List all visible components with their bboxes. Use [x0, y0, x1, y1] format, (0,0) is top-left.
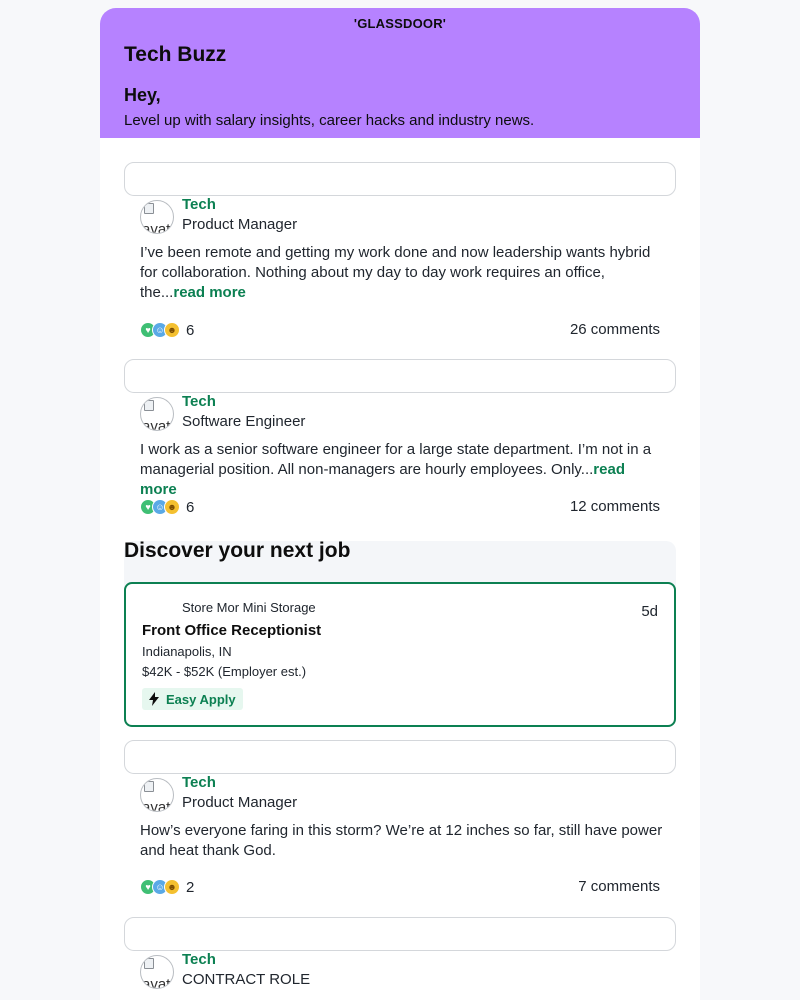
post-community[interactable]: Tech	[182, 196, 216, 213]
lightning-bolt-icon	[149, 692, 159, 706]
post-author-role: CONTRACT ROLE	[182, 971, 311, 988]
read-more-link[interactable]: read more	[173, 284, 246, 301]
job-title[interactable]: Front Office Receptionist	[142, 622, 321, 639]
haha-reaction-icon: ☻	[164, 322, 180, 338]
post-body-text: I work as a senior software engineer for…	[140, 441, 652, 478]
easy-apply-badge[interactable]: Easy Apply	[142, 688, 243, 710]
haha-reaction-icon: ☻	[164, 499, 180, 515]
job-company: Store Mor Mini Storage	[182, 600, 316, 615]
newsletter-title: Tech Buzz	[124, 43, 227, 66]
post-body[interactable]: I work as a senior software engineer for…	[140, 440, 664, 500]
broken-image-icon	[144, 958, 154, 969]
newsletter-subtitle: Level up with salary insights, career ha…	[124, 112, 535, 129]
avatar-alt-text: avat	[142, 799, 171, 812]
reactions[interactable]: ♥ ☺ ☻ 6	[140, 498, 194, 516]
post-body-text: How’s everyone faring in this storm? We’…	[140, 822, 663, 859]
reaction-count: 6	[186, 498, 195, 516]
post-header-box[interactable]	[124, 162, 676, 196]
avatar-alt-text: avat	[142, 221, 171, 234]
broken-image-icon	[144, 400, 154, 411]
avatar: avat	[140, 778, 174, 812]
comments-link[interactable]: 12 comments	[570, 498, 660, 515]
post-author-role: Product Manager	[182, 794, 298, 811]
post-community[interactable]: Tech	[182, 774, 216, 791]
reaction-count: 6	[186, 321, 195, 339]
post-community[interactable]: Tech	[182, 393, 216, 410]
hero-header: 'GLASSDOOR' Tech Buzz Hey, Level up with…	[100, 8, 700, 138]
post-header-box[interactable]	[124, 740, 676, 774]
haha-reaction-icon: ☻	[164, 879, 180, 895]
reactions[interactable]: ♥ ☺ ☻ 6	[140, 321, 194, 339]
post-community[interactable]: Tech	[182, 951, 216, 968]
greeting: Hey,	[124, 85, 161, 105]
post-author-role: Software Engineer	[182, 413, 306, 430]
newsletter-email: 'GLASSDOOR' Tech Buzz Hey, Level up with…	[100, 8, 700, 1000]
jobs-section-title: Discover your next job	[124, 539, 351, 562]
avatar: avat	[140, 200, 174, 234]
job-salary: $42K - $52K (Employer est.)	[142, 664, 307, 679]
avatar: avat	[140, 397, 174, 431]
comments-link[interactable]: 7 comments	[578, 878, 660, 895]
avatar-alt-text: avat	[142, 418, 171, 431]
easy-apply-label: Easy Apply	[166, 691, 236, 707]
comments-link[interactable]: 26 comments	[570, 321, 660, 338]
job-card[interactable]: Store Mor Mini Storage 5d Front Office R…	[124, 582, 676, 727]
post-author-role: Product Manager	[182, 216, 298, 233]
post-header-box[interactable]	[124, 359, 676, 393]
post-body[interactable]: I’ve been remote and getting my work don…	[140, 243, 664, 303]
broken-image-icon	[144, 203, 154, 214]
avatar: avat	[140, 955, 174, 989]
job-posted-age: 5d	[641, 603, 658, 620]
glassdoor-logo[interactable]: 'GLASSDOOR'	[100, 16, 700, 31]
job-location: Indianapolis, IN	[142, 644, 232, 659]
reaction-count: 2	[186, 878, 195, 896]
avatar-alt-text: avat	[142, 976, 171, 989]
company-logo	[142, 596, 172, 618]
reactions[interactable]: ♥ ☺ ☻ 2	[140, 878, 194, 896]
post-body[interactable]: How’s everyone faring in this storm? We’…	[140, 821, 664, 861]
post-header-box[interactable]	[124, 917, 676, 951]
broken-image-icon	[144, 781, 154, 792]
